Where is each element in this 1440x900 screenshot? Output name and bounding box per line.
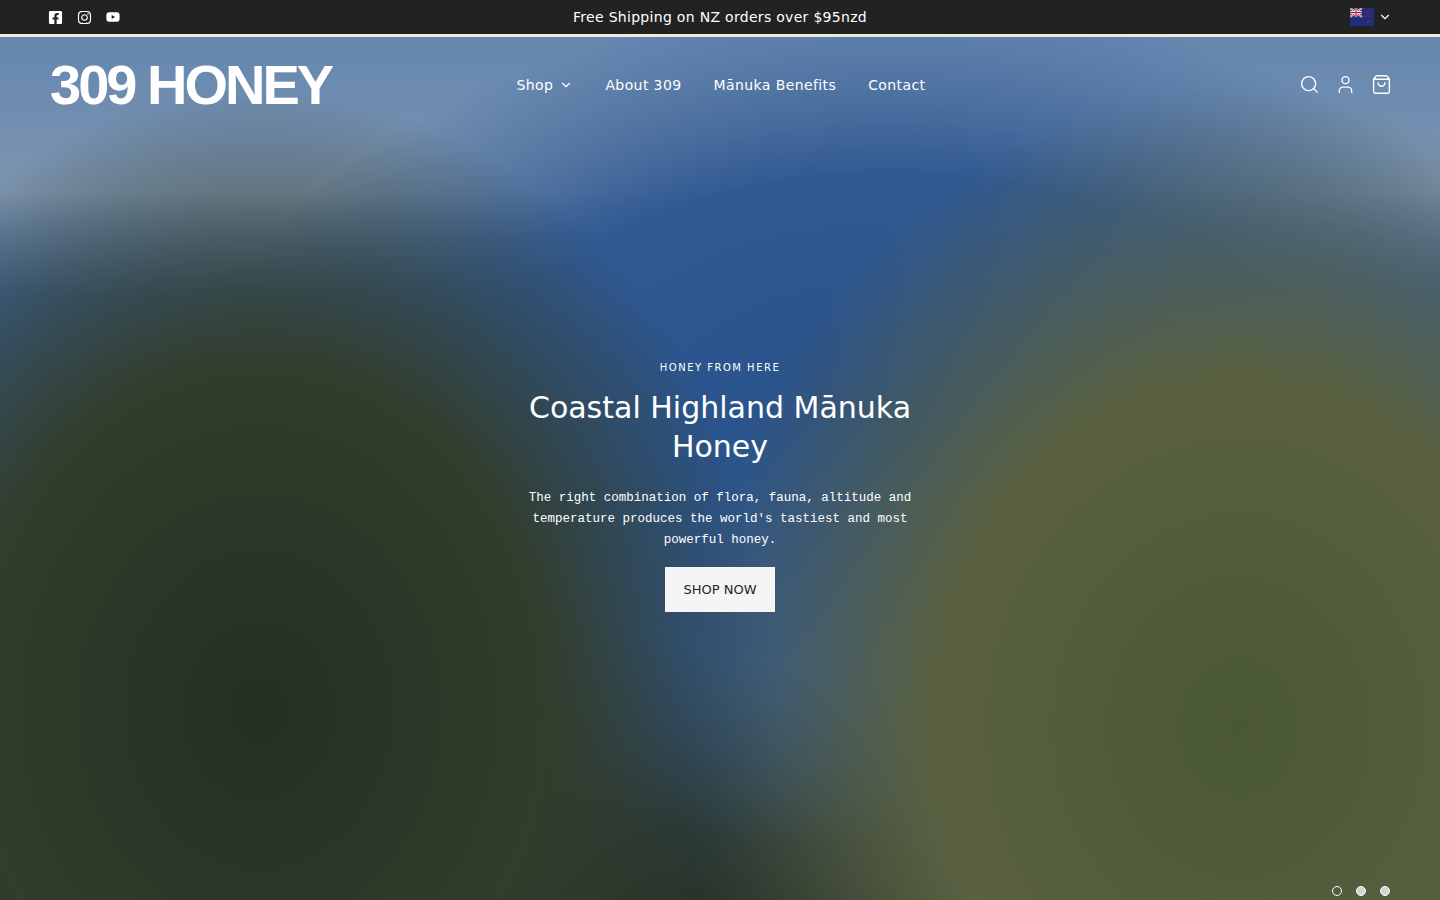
cart-button[interactable] xyxy=(1370,74,1392,96)
slide-dot[interactable] xyxy=(1380,886,1390,896)
search-icon xyxy=(1299,74,1320,95)
header-tools xyxy=(925,74,1392,96)
account-button[interactable] xyxy=(1334,74,1356,96)
slide-dots xyxy=(0,886,1440,900)
country-selector[interactable] xyxy=(867,8,1392,26)
header: 309 HONEYShop About 309 Mānuka Benefits Con… xyxy=(0,37,1440,128)
instagram-icon[interactable] xyxy=(77,10,92,25)
chevron-down-icon xyxy=(559,78,573,92)
hero-title: Coastal Highland Mānuka Honey xyxy=(485,389,955,466)
shop-now-button[interactable]: SHOP NOW xyxy=(665,567,774,612)
nav-item[interactable]: Shop xyxy=(517,77,574,93)
announcement-text: Free Shipping on NZ orders over $95nzd xyxy=(573,9,867,25)
nz-flag-icon xyxy=(1350,8,1374,26)
main-nav: Shop About 309 Mānuka Benefits Contact xyxy=(517,77,926,93)
slide-dot[interactable] xyxy=(1332,886,1342,896)
hero-banner: 309 HONEYShop About 309 Mānuka Benefits Con… xyxy=(0,37,1440,900)
logo[interactable]: 309 HONEY xyxy=(50,51,517,118)
nav-item[interactable]: Mānuka Benefits xyxy=(714,77,837,93)
hero-content: HONEY FROM HERE Coastal Highland Mānuka H… xyxy=(0,128,1440,886)
youtube-icon[interactable] xyxy=(106,10,120,24)
announcement-bar: Free Shipping on NZ orders over $95nzd xyxy=(0,0,1440,37)
search-button[interactable] xyxy=(1298,74,1320,96)
user-icon xyxy=(1335,74,1356,95)
nav-item[interactable]: Contact xyxy=(868,77,925,93)
bag-icon xyxy=(1371,74,1392,95)
hero-eyebrow: HONEY FROM HERE xyxy=(660,362,780,373)
nav-item[interactable]: About 309 xyxy=(605,77,681,93)
social-links xyxy=(48,10,573,25)
slide-dot[interactable] xyxy=(1356,886,1366,896)
page: Free Shipping on NZ orders over $95nzd 30… xyxy=(0,0,1440,900)
chevron-down-icon xyxy=(1378,10,1392,24)
facebook-icon[interactable] xyxy=(48,10,63,25)
hero-text: The right combination of flora, fauna, a… xyxy=(520,488,920,551)
